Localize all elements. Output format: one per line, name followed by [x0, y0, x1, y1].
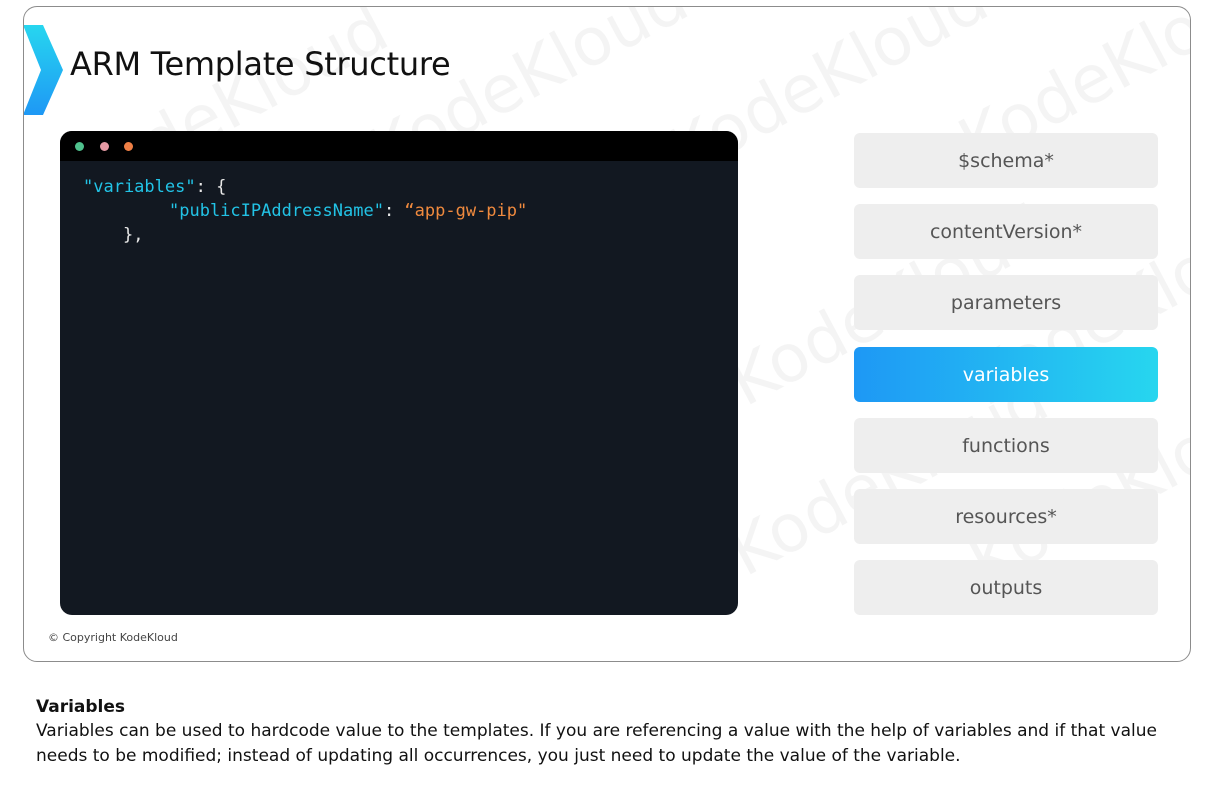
code-line-1: "variables": {: [83, 175, 738, 199]
section-label: contentVersion*: [929, 220, 1083, 243]
section-label: outputs: [969, 576, 1043, 599]
notes-body: Variables can be used to hardcode value …: [36, 721, 1157, 766]
section-item-functions[interactable]: functions: [854, 418, 1158, 473]
code-string-value: “app-gw-pip": [404, 201, 528, 221]
section-item-outputs[interactable]: outputs: [854, 560, 1158, 615]
code-window-titlebar: [60, 131, 738, 161]
section-label: variables: [962, 363, 1050, 386]
window-dot-pink-icon: [100, 142, 109, 151]
chevron-logo-icon: [24, 25, 63, 115]
section-label: functions: [962, 434, 1050, 457]
code-key-public-ip: "publicIPAddressName": [169, 201, 384, 221]
page-title: ARM Template Structure: [70, 45, 451, 83]
section-item-content-version[interactable]: contentVersion*: [854, 204, 1158, 259]
notes-heading: Variables: [36, 697, 126, 717]
section-item-parameters[interactable]: parameters: [854, 275, 1158, 330]
section-label: $schema*: [958, 149, 1054, 172]
code-closing-brace: },: [123, 225, 144, 245]
window-dot-green-icon: [75, 142, 84, 151]
code-line-2: "publicIPAddressName": “app-gw-pip": [83, 199, 738, 223]
window-dot-orange-icon: [124, 142, 133, 151]
section-label: resources*: [955, 505, 1057, 528]
section-item-resources[interactable]: resources*: [854, 489, 1158, 544]
copyright-text: © Copyright KodeKloud: [48, 631, 178, 644]
code-punct: : {: [195, 177, 227, 197]
code-key-variables: "variables": [83, 177, 196, 197]
slide-notes: Variables Variables can be used to hardc…: [36, 695, 1186, 769]
section-item-variables[interactable]: variables: [854, 347, 1158, 402]
code-colon: :: [383, 201, 405, 221]
code-content: "variables": {"publicIPAddressName": “ap…: [60, 161, 738, 247]
code-line-3: },: [83, 223, 738, 247]
section-label: parameters: [950, 291, 1062, 314]
section-item-schema[interactable]: $schema*: [854, 133, 1158, 188]
code-editor-window: "variables": {"publicIPAddressName": “ap…: [60, 131, 738, 615]
slide: KodeKloud KodeKloud KodeKloud KodeKloud …: [23, 6, 1191, 662]
